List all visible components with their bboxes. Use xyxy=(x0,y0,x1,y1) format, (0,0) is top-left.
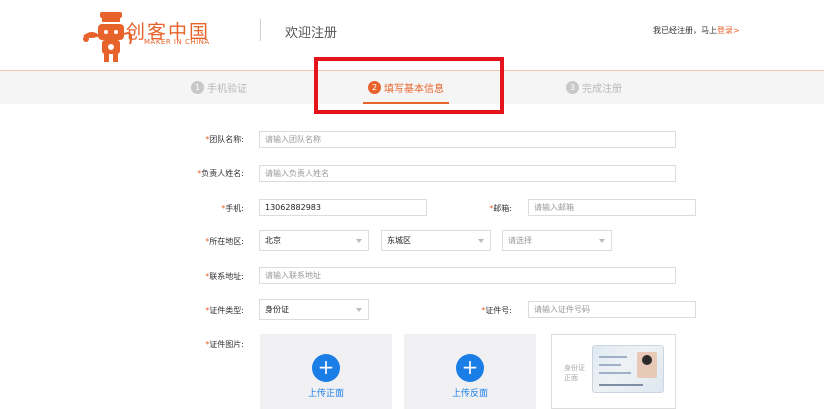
leader-name-input[interactable]: 请输入负责人姓名 xyxy=(259,165,676,182)
id-number-input[interactable]: 请输入证件号码 xyxy=(528,301,696,318)
email-input[interactable]: 请输入邮箱 xyxy=(528,199,696,216)
address-input[interactable]: 请输入联系地址 xyxy=(259,267,676,284)
plus-icon: + xyxy=(456,354,484,382)
plus-icon: + xyxy=(312,354,340,382)
portrait-icon xyxy=(637,352,657,378)
street-select[interactable]: 请选择 xyxy=(502,230,612,251)
registration-form: *团队名称: 请输入团队名称 *负责人姓名: 请输入负责人姓名 *手机: 130… xyxy=(0,110,824,409)
page-title: 欢迎注册 xyxy=(285,26,338,41)
district-select[interactable]: 东城区 xyxy=(381,230,491,251)
chevron-down-icon xyxy=(356,308,362,312)
login-prompt-text: 我已经注册，马上 xyxy=(653,26,717,35)
id-number-label: *证件号: xyxy=(481,306,512,315)
step-phone-verify: 1 手机验证 xyxy=(191,80,247,95)
chevron-down-icon xyxy=(478,239,484,243)
header-divider xyxy=(260,19,261,41)
upload-back-button[interactable]: + 上传反面 xyxy=(404,334,536,409)
id-type-select[interactable]: 身份证 xyxy=(259,299,369,320)
upload-front-label: 上传正面 xyxy=(307,389,344,399)
street-placeholder: 请选择 xyxy=(508,236,532,245)
login-prompt: 我已经注册，马上登录> xyxy=(653,25,740,36)
phone-input[interactable]: 13062882983 xyxy=(259,199,427,216)
brand-name-en: MAKER IN CHINA xyxy=(144,38,210,46)
email-label: *邮箱: xyxy=(489,204,512,213)
region-label: *所在地区: xyxy=(205,237,244,246)
highlight-box xyxy=(314,57,504,114)
province-value: 北京 xyxy=(265,236,281,245)
id-type-label: *证件类型: xyxy=(205,306,244,315)
step-label: 完成注册 xyxy=(582,84,622,95)
phone-label: *手机: xyxy=(221,204,244,213)
chevron-down-icon xyxy=(599,239,605,243)
team-name-label: *团队名称: xyxy=(205,135,244,144)
upload-front-button[interactable]: + 上传正面 xyxy=(260,334,392,409)
id-type-value: 身份证 xyxy=(265,305,289,314)
province-select[interactable]: 北京 xyxy=(259,230,369,251)
id-sample-card: 身份证正面 xyxy=(551,334,676,409)
team-name-input[interactable]: 请输入团队名称 xyxy=(259,131,676,148)
sample-label: 身份证正面 xyxy=(564,364,585,382)
step-number: 3 xyxy=(566,81,579,94)
login-link[interactable]: 登录> xyxy=(717,26,740,35)
step-label: 手机验证 xyxy=(207,84,247,95)
step-complete: 3 完成注册 xyxy=(566,80,622,95)
chevron-down-icon xyxy=(356,239,362,243)
leader-name-label: *负责人姓名: xyxy=(197,169,244,178)
id-card-sample-image xyxy=(592,345,664,393)
upload-back-label: 上传反面 xyxy=(451,389,488,399)
id-images-label: *证件图片: xyxy=(205,340,244,349)
step-number: 1 xyxy=(191,81,204,94)
district-value: 东城区 xyxy=(387,236,411,245)
address-label: *联系地址: xyxy=(205,272,244,281)
